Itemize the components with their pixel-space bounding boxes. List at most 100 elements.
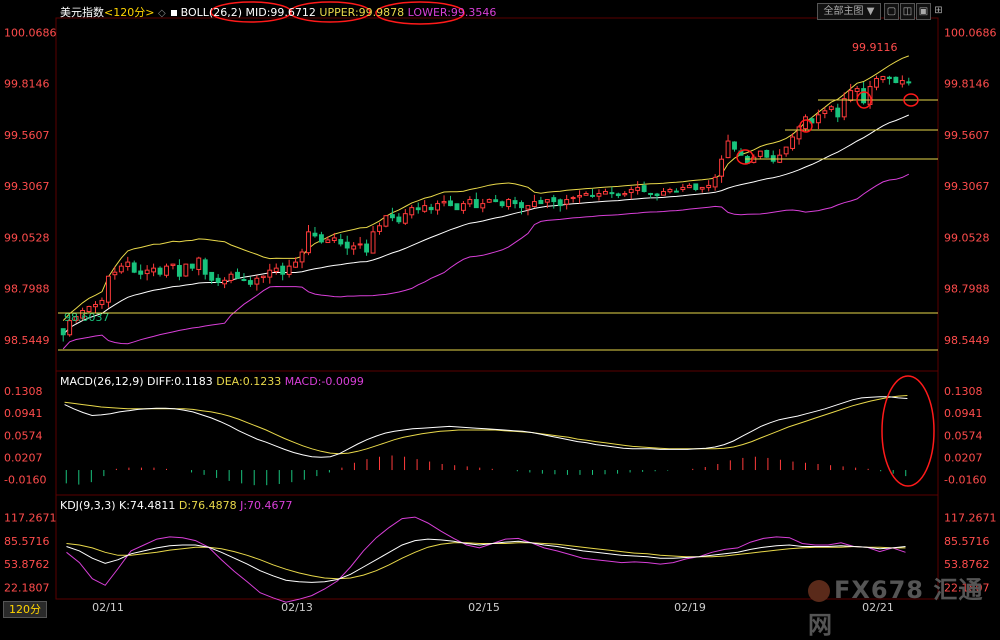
candle-body [196, 257, 202, 270]
boll-legend-marker [171, 10, 178, 16]
candle-body [435, 203, 441, 211]
candle-body [151, 267, 157, 273]
candle-body [164, 265, 169, 276]
symbol-name: 美元指数 [60, 6, 104, 19]
layout-single-icon[interactable]: ▢ [884, 3, 899, 20]
y-tick-label-left: 98.5449 [4, 334, 50, 347]
candle-body [157, 267, 163, 275]
candle-body [744, 156, 750, 164]
macd-y-tick-left: 0.0941 [4, 407, 43, 420]
candle-body [615, 193, 621, 197]
main-legend: 美元指数<120分> ◇ BOLL(26,2) MID:99.6712 UPPE… [60, 4, 496, 20]
macd-y-tick-right: 0.0574 [944, 429, 983, 442]
candle-body [602, 190, 608, 195]
macd-y-tick-right: -0.0160 [944, 474, 986, 487]
candle-body [60, 328, 66, 336]
kdj-j-value: J:70.4677 [240, 499, 293, 512]
candle-body [686, 184, 692, 189]
kdj-d-value: D:76.4878 [178, 499, 237, 512]
candle-body [170, 263, 176, 266]
high-value-label: 99.9116 [852, 41, 898, 54]
kdj-y-tick-right: 85.5716 [944, 535, 990, 548]
watermark-logo: FX678 汇通网 [808, 570, 1000, 640]
candle-body [112, 271, 118, 276]
macd-name: MACD(26,12,9) [60, 375, 144, 388]
candle-body [590, 194, 595, 197]
macd-y-tick-left: 0.1308 [4, 385, 43, 398]
candle-body [499, 201, 505, 207]
candle-body [531, 201, 537, 208]
candle-body [267, 269, 273, 278]
candle-body [874, 77, 879, 88]
candle-body [719, 158, 725, 177]
watermark-icon [808, 580, 830, 602]
candle-body [228, 273, 234, 281]
candle-body [641, 185, 647, 192]
y-tick-label-right: 100.0686 [944, 26, 997, 39]
preset-select[interactable]: 全部主图 ▼ [817, 3, 881, 20]
candle-body [215, 277, 221, 283]
candle-body [467, 199, 473, 205]
y-tick-label-left: 98.7988 [4, 283, 50, 296]
x-tick-label: 02/19 [674, 601, 706, 614]
candle-body [648, 192, 654, 195]
candle-body [803, 116, 808, 130]
candle-body [351, 245, 357, 250]
candle-body [402, 213, 408, 224]
candle-body [841, 98, 847, 118]
candle-body [822, 110, 828, 114]
period-label: <120分> [104, 6, 155, 19]
candle-body [725, 140, 731, 159]
candle-body [448, 200, 453, 207]
candle-body [628, 188, 634, 194]
chart-canvas: 99.911698.6037 100.0686 100.068699.8146 99… [0, 0, 1000, 617]
candle-body [783, 146, 789, 155]
y-tick-label-right: 99.0528 [944, 231, 990, 244]
candle-body [131, 262, 137, 273]
candle-body [357, 243, 363, 246]
candle-body [247, 280, 253, 285]
candle-body [144, 269, 150, 275]
candle-body [706, 184, 712, 189]
candle-body [377, 225, 382, 232]
candle-body [828, 106, 834, 110]
candle-body [493, 199, 499, 203]
macd-legend: MACD(26,12,9) DIFF:0.1183 DEA:0.1233 MAC… [60, 375, 364, 388]
kdj-y-tick-left: 22.1807 [4, 581, 50, 594]
period-tab[interactable]: 120分 [3, 601, 47, 618]
settings-icon[interactable]: ◇ [158, 8, 166, 19]
macd-y-tick-left: -0.0160 [4, 474, 46, 487]
candle-body [480, 203, 486, 209]
candle-body [105, 275, 111, 303]
kdj-y-tick-left: 53.8762 [4, 558, 50, 571]
boll-upper-value: UPPER:99.9878 [319, 6, 405, 19]
candle-body [241, 278, 247, 281]
candle-body [409, 207, 415, 216]
candle-body [235, 271, 240, 279]
layout-split-icon[interactable]: ◫ [900, 3, 915, 20]
candle-body [428, 206, 434, 211]
add-chart-icon[interactable]: ⊞ [932, 3, 945, 18]
candle-body [790, 136, 796, 149]
y-tick-label-left: 99.0528 [4, 231, 50, 244]
candle-body [564, 199, 570, 205]
candle-body [312, 232, 318, 237]
kdj-legend: KDJ(9,3,3) K:74.4811 D:76.4878 J:70.4677 [60, 499, 293, 512]
candle-body [680, 186, 686, 191]
y-tick-label-left: 99.8146 [4, 78, 50, 91]
kdj-name: KDJ(9,3,3) [60, 499, 116, 512]
candle-body [880, 75, 886, 81]
candle-body [486, 199, 492, 203]
candle-body [551, 197, 557, 203]
candle-body [422, 205, 428, 212]
candle-body [396, 216, 402, 223]
candle-body [693, 183, 699, 190]
candle-body [99, 299, 105, 305]
layout-grid-icon[interactable]: ▣ [916, 3, 931, 20]
candle-body [370, 231, 376, 254]
y-tick-label-left: 100.0686 [4, 26, 57, 39]
candle-body [757, 150, 763, 157]
candle-body [325, 239, 331, 244]
macd-y-tick-right: 0.0941 [944, 407, 983, 420]
y-tick-label-left: 99.3067 [4, 180, 50, 193]
